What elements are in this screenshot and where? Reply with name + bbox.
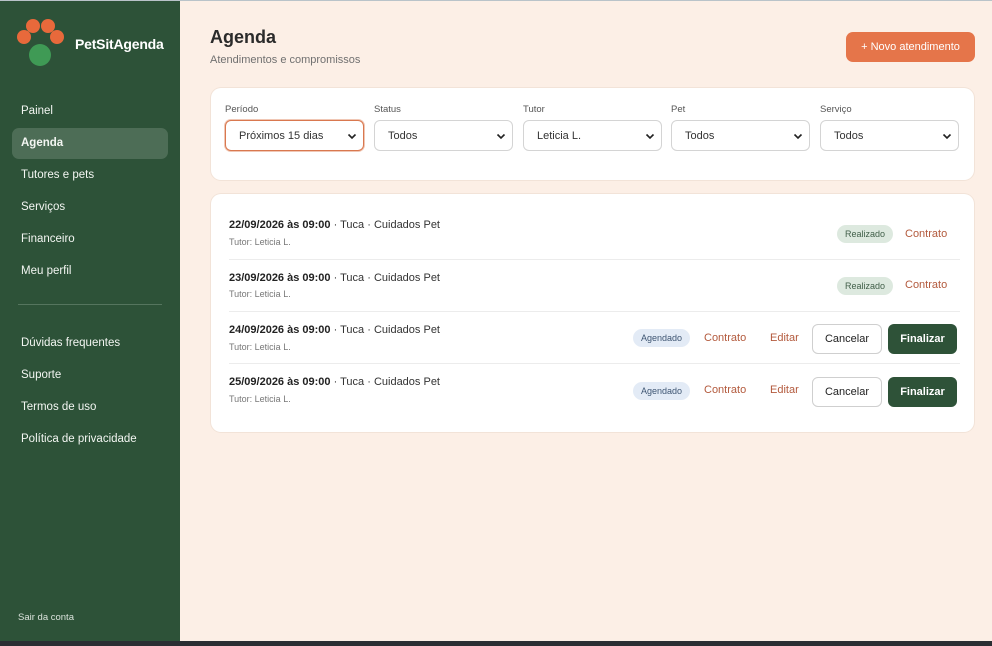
appointment-row: 23/09/2026 às 09:00 · Tuca · Cuidados Pe… [229, 260, 960, 312]
nav-item-financeiro[interactable]: Financeiro [12, 224, 168, 255]
status-select[interactable]: Todos [374, 120, 513, 151]
logout-link[interactable]: Sair da conta [18, 612, 74, 623]
filter-label: Status [374, 104, 401, 115]
nav-item-servicos[interactable]: Serviços [12, 192, 168, 223]
finish-button[interactable]: Finalizar [888, 377, 957, 407]
filter-status: Status Todos [374, 104, 513, 151]
servico-select[interactable]: Todos [820, 120, 959, 151]
contract-link[interactable]: Contrato [704, 332, 746, 344]
appointment-summary: 25/09/2026 às 09:00 · Tuca · Cuidados Pe… [229, 376, 440, 388]
paw-logo-icon [17, 19, 67, 69]
filter-label: Período [225, 104, 259, 115]
page-subtitle: Atendimentos e compromissos [210, 54, 361, 66]
appointment-row: 24/09/2026 às 09:00 · Tuca · Cuidados Pe… [229, 312, 960, 364]
appointment-tutor: Tutor: Leticia L. [229, 394, 291, 404]
appointment-tutor: Tutor: Leticia L. [229, 289, 291, 299]
row-divider [229, 363, 960, 364]
sidebar-divider [18, 304, 162, 305]
status-badge: Realizado [837, 277, 894, 295]
appointment-datetime: 23/09/2026 às 09:00 [229, 272, 331, 284]
tutor-select[interactable]: Leticia L. [523, 120, 662, 151]
help-nav: Dúvidas frequentes Suporte Termos de uso… [12, 328, 168, 456]
appointment-datetime: 24/09/2026 às 09:00 [229, 324, 331, 336]
brand[interactable]: PetSitAgenda [17, 19, 164, 69]
chevron-down-icon [793, 133, 803, 139]
nav-item-suporte[interactable]: Suporte [12, 360, 168, 391]
status-badge: Agendado [633, 329, 691, 347]
appointment-datetime: 22/09/2026 às 09:00 [229, 219, 331, 231]
filter-label: Pet [671, 104, 686, 115]
filter-pet: Pet Todos [671, 104, 810, 151]
chevron-down-icon [942, 133, 952, 139]
select-value: Todos [685, 129, 715, 142]
brand-name: PetSitAgenda [75, 36, 164, 52]
sidebar: PetSitAgenda Painel Agenda Tutores e pet… [0, 1, 180, 641]
chevron-down-icon [496, 133, 506, 139]
page-title: Agenda [210, 27, 277, 47]
appointment-datetime: 25/09/2026 às 09:00 [229, 376, 331, 388]
finish-button[interactable]: Finalizar [888, 324, 957, 354]
new-appointment-button[interactable]: + Novo atendimento [846, 32, 975, 62]
appointment-row: 25/09/2026 às 09:00 · Tuca · Cuidados Pe… [229, 365, 960, 417]
filter-label: Tutor [523, 104, 545, 115]
select-value: Próximos 15 dias [239, 129, 324, 142]
contract-link[interactable]: Contrato [704, 384, 746, 396]
filter-tutor: Tutor Leticia L. [523, 104, 662, 151]
contract-link[interactable]: Contrato [905, 228, 947, 240]
appointment-tutor: Tutor: Leticia L. [229, 342, 291, 352]
cancel-button[interactable]: Cancelar [812, 377, 882, 407]
cancel-button[interactable]: Cancelar [812, 324, 882, 354]
appointment-summary: 24/09/2026 às 09:00 · Tuca · Cuidados Pe… [229, 324, 440, 336]
pet-select[interactable]: Todos [671, 120, 810, 151]
nav-item-agenda[interactable]: Agenda [12, 128, 168, 159]
appointment-summary: 23/09/2026 às 09:00 · Tuca · Cuidados Pe… [229, 272, 440, 284]
edit-link[interactable]: Editar [770, 332, 799, 344]
status-badge: Agendado [633, 382, 691, 400]
nav-item-termos[interactable]: Termos de uso [12, 392, 168, 423]
appointment-row: 22/09/2026 às 09:00 · Tuca · Cuidados Pe… [229, 208, 960, 260]
filters-card: Período Próximos 15 dias Status Todos Tu… [211, 88, 974, 180]
nav-item-painel[interactable]: Painel [12, 96, 168, 127]
select-value: Todos [834, 129, 864, 142]
nav-item-meu-perfil[interactable]: Meu perfil [12, 256, 168, 287]
filter-label: Serviço [820, 104, 852, 115]
appointment-details: · Tuca · Cuidados Pet [330, 376, 440, 388]
nav-item-tutores[interactable]: Tutores e pets [12, 160, 168, 191]
appointment-details: · Tuca · Cuidados Pet [330, 272, 440, 284]
appointment-summary: 22/09/2026 às 09:00 · Tuca · Cuidados Pe… [229, 219, 440, 231]
appointment-details: · Tuca · Cuidados Pet [330, 324, 440, 336]
edit-link[interactable]: Editar [770, 384, 799, 396]
contract-link[interactable]: Contrato [905, 279, 947, 291]
appointment-details: · Tuca · Cuidados Pet [330, 219, 440, 231]
chevron-down-icon [347, 133, 357, 139]
status-badge: Realizado [837, 225, 894, 243]
filter-servico: Serviço Todos [820, 104, 959, 151]
chevron-down-icon [645, 133, 655, 139]
select-value: Leticia L. [537, 129, 582, 142]
appointment-tutor: Tutor: Leticia L. [229, 237, 291, 247]
main-nav: Painel Agenda Tutores e pets Serviços Fi… [12, 96, 168, 288]
filter-periodo: Período Próximos 15 dias [225, 104, 364, 151]
nav-item-privacidade[interactable]: Política de privacidade [12, 424, 168, 455]
nav-item-duvidas[interactable]: Dúvidas frequentes [12, 328, 168, 359]
select-value: Todos [388, 129, 418, 142]
periodo-select[interactable]: Próximos 15 dias [225, 120, 364, 151]
appointments-list: 22/09/2026 às 09:00 · Tuca · Cuidados Pe… [211, 194, 974, 432]
taskbar-strip [0, 641, 992, 646]
